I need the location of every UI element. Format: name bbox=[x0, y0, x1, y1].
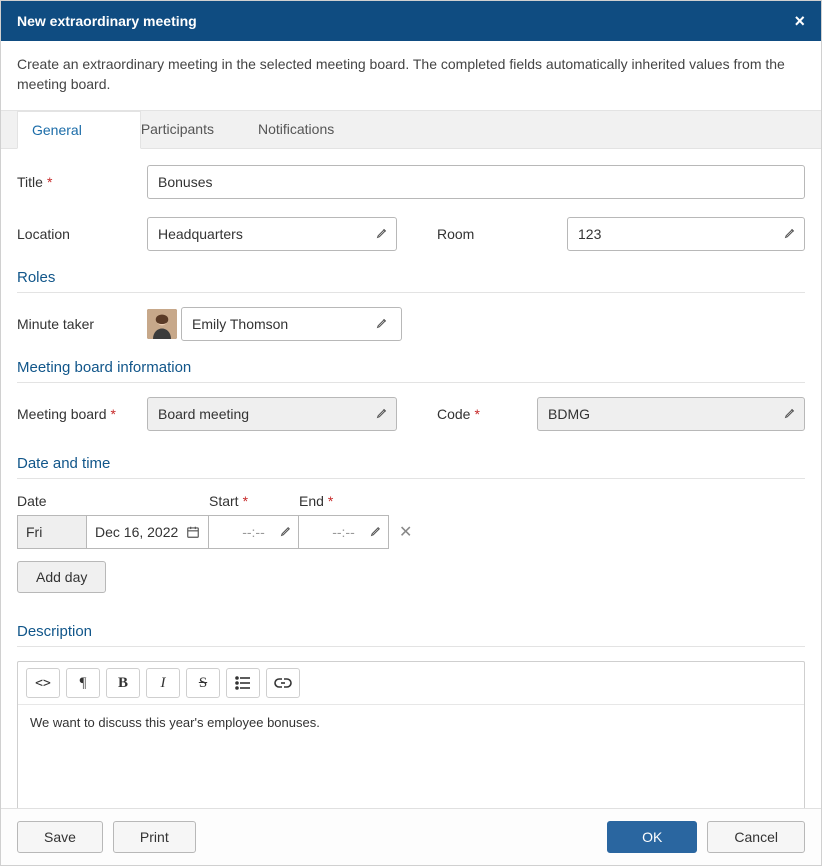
date-row: Fri Dec 16, 2022 --:-- --:-- ✕ bbox=[17, 515, 805, 549]
code-input[interactable]: BDMG bbox=[537, 397, 805, 431]
day-name-cell: Fri bbox=[17, 515, 87, 549]
label-code: Code* bbox=[437, 406, 537, 422]
rte-link-icon[interactable] bbox=[266, 668, 300, 698]
add-day-button[interactable]: Add day bbox=[17, 561, 106, 593]
rte-list-icon[interactable] bbox=[226, 668, 260, 698]
close-icon[interactable]: × bbox=[794, 12, 805, 30]
rte-italic-icon[interactable]: I bbox=[146, 668, 180, 698]
rte-paragraph-icon[interactable]: ¶ bbox=[66, 668, 100, 698]
required-marker: * bbox=[328, 493, 333, 509]
required-marker: * bbox=[111, 406, 116, 422]
rte-toolbar: <> ¶ B I S bbox=[18, 662, 804, 705]
label-meeting-board: Meeting board* bbox=[17, 406, 147, 422]
print-button[interactable]: Print bbox=[113, 821, 196, 853]
pencil-icon[interactable] bbox=[376, 226, 389, 242]
room-input[interactable] bbox=[567, 217, 805, 251]
required-marker: * bbox=[243, 493, 248, 509]
avatar bbox=[147, 309, 177, 339]
content-area: Title* Location Room bbox=[1, 149, 821, 808]
pencil-icon bbox=[370, 524, 383, 540]
location-input[interactable] bbox=[147, 217, 397, 251]
meeting-board-input[interactable]: Board meeting bbox=[147, 397, 397, 431]
tab-participants[interactable]: Participants bbox=[141, 111, 230, 148]
required-marker: * bbox=[47, 174, 52, 190]
section-description: Description bbox=[17, 623, 805, 640]
minute-taker-input[interactable] bbox=[181, 307, 402, 341]
date-time-headers: Date Start* End* bbox=[17, 493, 805, 509]
label-location: Location bbox=[17, 226, 147, 242]
remove-date-icon[interactable]: ✕ bbox=[399, 522, 412, 542]
save-button[interactable]: Save bbox=[17, 821, 103, 853]
cancel-button[interactable]: Cancel bbox=[707, 821, 805, 853]
label-end: End* bbox=[299, 493, 389, 509]
label-date: Date bbox=[17, 493, 209, 509]
label-minute-taker: Minute taker bbox=[17, 316, 147, 332]
dialog-title: New extraordinary meeting bbox=[17, 13, 197, 29]
label-start: Start* bbox=[209, 493, 299, 509]
label-title: Title* bbox=[17, 174, 147, 190]
section-meeting-board-info: Meeting board information bbox=[17, 359, 805, 376]
start-time-input[interactable]: --:-- bbox=[209, 515, 299, 549]
section-roles: Roles bbox=[17, 269, 805, 286]
rte-text-area[interactable]: We want to discuss this year's employee … bbox=[18, 705, 804, 808]
title-input[interactable] bbox=[147, 165, 805, 199]
calendar-icon bbox=[186, 525, 200, 539]
tab-bar: General Participants Notifications bbox=[1, 111, 821, 149]
rte-strikethrough-icon[interactable]: S bbox=[186, 668, 220, 698]
rte-bold-icon[interactable]: B bbox=[106, 668, 140, 698]
tab-general[interactable]: General bbox=[32, 112, 98, 148]
dialog-footer: Save Print OK Cancel bbox=[1, 808, 821, 865]
rich-text-editor: <> ¶ B I S We want to discuss this year'… bbox=[17, 661, 805, 808]
pencil-icon[interactable] bbox=[784, 226, 797, 242]
section-date-time: Date and time bbox=[17, 455, 805, 472]
divider bbox=[17, 382, 805, 383]
dialog-new-extraordinary-meeting: New extraordinary meeting × Create an ex… bbox=[0, 0, 822, 866]
pencil-icon[interactable] bbox=[376, 316, 389, 332]
divider bbox=[17, 646, 805, 647]
date-picker[interactable]: Dec 16, 2022 bbox=[87, 515, 209, 549]
rte-code-icon[interactable]: <> bbox=[26, 668, 60, 698]
divider bbox=[17, 292, 805, 293]
titlebar: New extraordinary meeting × bbox=[1, 1, 821, 41]
required-marker: * bbox=[474, 406, 479, 422]
pencil-icon[interactable] bbox=[784, 406, 797, 422]
pencil-icon[interactable] bbox=[376, 406, 389, 422]
divider bbox=[17, 478, 805, 479]
label-room: Room bbox=[437, 226, 567, 242]
end-time-input[interactable]: --:-- bbox=[299, 515, 389, 549]
dialog-subtitle: Create an extraordinary meeting in the s… bbox=[1, 41, 821, 111]
pencil-icon bbox=[280, 524, 293, 540]
ok-button[interactable]: OK bbox=[607, 821, 697, 853]
tab-notifications[interactable]: Notifications bbox=[258, 111, 350, 148]
